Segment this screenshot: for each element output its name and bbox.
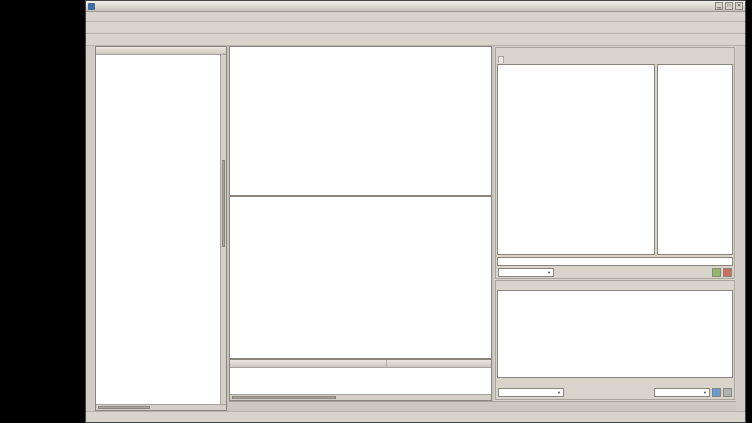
editor-top: [229, 46, 492, 196]
channel-user-list[interactable]: [657, 64, 733, 255]
network-name-label: [496, 379, 734, 387]
bottom-tool-tabs: [229, 401, 736, 411]
file-browser-panel: [95, 46, 227, 411]
join-channel-combo[interactable]: ▼: [654, 388, 710, 397]
task-viewer: [229, 359, 492, 401]
irc-panel: ▼ ▼: [494, 46, 736, 401]
statusbar: [86, 411, 745, 422]
network-title: [496, 281, 734, 289]
column-header-filename[interactable]: [387, 360, 491, 367]
eric5-window: ▁ □ ✕: [85, 0, 746, 423]
channels-group: ▼: [495, 47, 735, 279]
nickname-combo[interactable]: ▼: [498, 388, 564, 397]
tree-vertical-scrollbar[interactable]: [220, 55, 226, 404]
disconnect-button[interactable]: [723, 388, 732, 397]
menubar: [86, 12, 745, 22]
file-tree[interactable]: [96, 55, 220, 404]
message-input[interactable]: [497, 257, 733, 266]
close-button[interactable]: ✕: [735, 2, 743, 10]
scrollbar-thumb[interactable]: [98, 406, 150, 409]
task-table-header: [230, 360, 491, 368]
tree-column-header[interactable]: [96, 47, 226, 55]
task-horizontal-scrollbar[interactable]: [230, 394, 491, 400]
right-sidebar-tabs: [736, 46, 745, 411]
editor-bottom: [229, 196, 492, 359]
edit-topic-button[interactable]: [712, 268, 721, 277]
maximize-button[interactable]: □: [725, 2, 733, 10]
column-header-summary[interactable]: [230, 360, 387, 367]
minimize-button[interactable]: ▁: [715, 2, 723, 10]
network-messages[interactable]: [497, 290, 733, 378]
channels-title: [496, 48, 734, 56]
join-channel-button[interactable]: [712, 388, 721, 397]
main-area: ▼ ▼: [86, 46, 745, 411]
app-icon: [88, 3, 95, 10]
toolbar-main: [86, 22, 745, 34]
toolbar-secondary: [86, 34, 745, 46]
network-group: ▼ ▼: [495, 280, 735, 400]
left-sidebar-tabs: [86, 46, 95, 411]
scrollbar-thumb[interactable]: [232, 396, 336, 399]
channel-messages[interactable]: [497, 64, 655, 255]
chevron-down-icon: ▼: [547, 270, 551, 275]
scrollbar-thumb[interactable]: [222, 160, 225, 247]
tree-horizontal-scrollbar[interactable]: [96, 404, 226, 410]
titlebar[interactable]: ▁ □ ✕: [86, 1, 745, 12]
leave-channel-button[interactable]: [723, 268, 732, 277]
channel-tab[interactable]: [498, 56, 504, 63]
channel-combo[interactable]: ▼: [498, 268, 554, 277]
task-list[interactable]: [230, 368, 491, 394]
editor-column: [229, 46, 492, 401]
chevron-down-icon: ▼: [703, 390, 707, 395]
chevron-down-icon: ▼: [557, 390, 561, 395]
